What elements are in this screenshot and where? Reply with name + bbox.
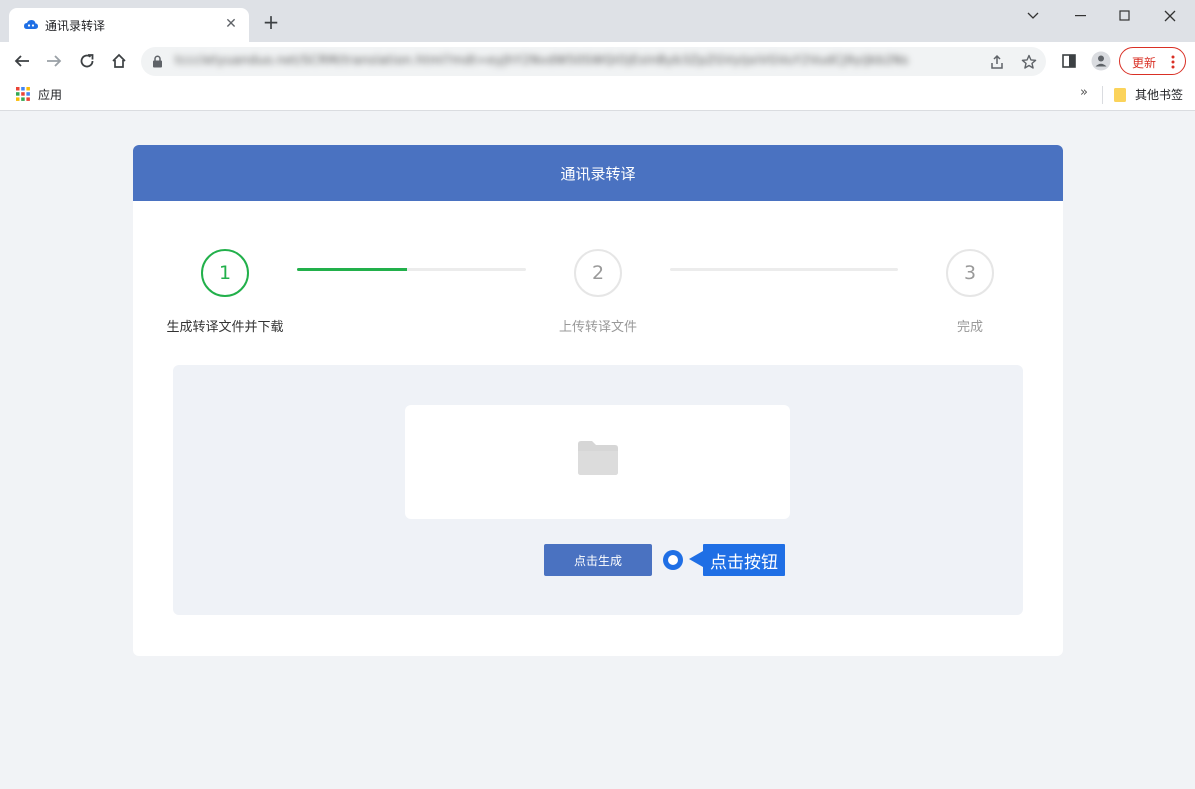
forward-arrow-icon[interactable]: [42, 49, 66, 73]
step-3-circle: 3: [946, 249, 994, 297]
home-icon[interactable]: [107, 49, 131, 73]
update-label: 更新: [1132, 56, 1157, 70]
step-3-label: 完成: [956, 320, 983, 335]
step-2-label: 上传转译文件: [558, 320, 637, 335]
apps-grid-icon[interactable]: [16, 87, 30, 101]
other-bookmarks[interactable]: 其他书签: [1135, 86, 1183, 103]
profile-avatar-icon[interactable]: [1091, 51, 1111, 71]
generate-button[interactable]: 点击生成: [544, 544, 652, 576]
step-2-circle: 2: [574, 249, 622, 297]
step-progress-line-1: [297, 268, 526, 271]
maximize-icon[interactable]: [1114, 6, 1136, 26]
reload-icon[interactable]: [75, 49, 99, 73]
close-window-icon[interactable]: [1159, 6, 1181, 26]
card-header: 通讯录转译: [133, 145, 1063, 201]
bookmarks-overflow-chevron-icon[interactable]: »: [1080, 85, 1088, 100]
tab-title: 通讯录转译: [45, 19, 106, 33]
apps-bookmark[interactable]: 应用: [38, 86, 62, 103]
address-bar[interactable]: tcccletyuanduo.net/SCRM/translation.html…: [141, 47, 1046, 76]
step-1-label: 生成转译文件并下载: [166, 320, 284, 335]
back-arrow-icon[interactable]: [10, 49, 34, 73]
folder-bookmark-icon: [1114, 88, 1126, 102]
side-panel-icon[interactable]: [1059, 51, 1079, 71]
new-tab-plus-icon[interactable]: +: [262, 12, 280, 32]
bookmarks-bar: 应用 » 其他书签: [0, 80, 1195, 111]
hint-arrow: [689, 551, 703, 567]
update-button[interactable]: 更新: [1119, 47, 1186, 75]
lock-icon: [153, 55, 162, 68]
cloud-favicon-icon: [24, 20, 38, 29]
tab-search-chevron-icon[interactable]: [1022, 6, 1044, 26]
folder-icon: [578, 441, 618, 475]
step-1-circle: 1: [201, 249, 249, 297]
translation-card: 通讯录转译 1 2 3 生成转译文件并下载 上传转译文件 完成 点击生成: [133, 145, 1063, 656]
file-preview-box: [405, 405, 790, 519]
browser-tab[interactable]: 通讯录转译 ✕: [9, 8, 249, 42]
share-icon[interactable]: [988, 53, 1006, 71]
bookmarks-divider: [1102, 86, 1103, 104]
tab-close-icon[interactable]: ✕: [223, 16, 239, 32]
hint-label: 点击按钮: [703, 544, 785, 576]
step-progress-line-1-fill: [297, 268, 407, 271]
bookmark-star-icon[interactable]: [1020, 53, 1038, 71]
page-title: 通讯录转译: [560, 164, 636, 183]
browser-titlebar: 通讯录转译 ✕ +: [0, 0, 1195, 42]
hint-pointer-dot: [663, 550, 683, 570]
browser-toolbar: tcccletyuanduo.net/SCRM/translation.html…: [0, 42, 1195, 80]
minimize-icon[interactable]: [1070, 6, 1092, 26]
url-text[interactable]: tcccletyuanduo.net/SCRM/translation.html…: [175, 53, 945, 67]
generate-panel: 点击生成: [173, 365, 1023, 615]
step-progress-line-2: [670, 268, 898, 271]
more-menu-icon[interactable]: [1170, 54, 1176, 70]
